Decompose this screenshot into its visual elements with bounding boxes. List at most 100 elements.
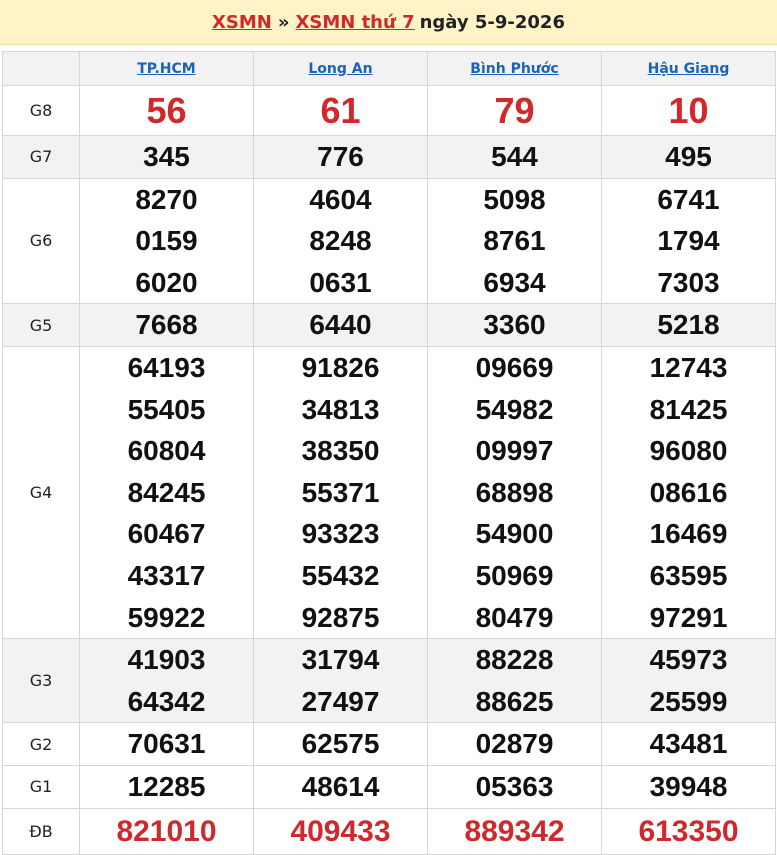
prize-row-g1: G1 12285 48614 05363 39948 <box>2 764 776 809</box>
prize-cell: 544 <box>427 135 602 179</box>
prize-cell: 5218 <box>601 303 776 347</box>
prize-cell: 88228 88625 <box>427 638 602 724</box>
prize-row-g8: G8 56 61 79 10 <box>2 85 776 136</box>
result-number: 5098 <box>483 183 546 215</box>
province-link-binhphuoc[interactable]: Bình Phước <box>470 61 558 77</box>
prize-cell: 409433 <box>253 807 428 855</box>
result-number: 7668 <box>135 309 198 341</box>
prize-cell: 7668 <box>79 303 254 347</box>
prize-row-g4: G4 64193 55405 60804 84245 60467 43317 5… <box>2 345 776 640</box>
result-number: 09669 <box>475 351 554 383</box>
result-number: 63595 <box>649 559 728 591</box>
result-number: 25599 <box>649 685 728 717</box>
xsmn-link[interactable]: XSMN <box>212 12 272 33</box>
result-number: 5218 <box>657 309 720 341</box>
prize-row-special: ĐB 821010 409433 889342 613350 <box>2 807 776 855</box>
result-number: 05363 <box>475 770 554 802</box>
prize-cell: 821010 <box>79 807 254 855</box>
prize-cell: 10 <box>601 85 776 136</box>
result-number: 61 <box>320 90 361 131</box>
result-number: 43481 <box>649 728 728 760</box>
result-number: 889342 <box>464 814 565 848</box>
prize-cell: 495 <box>601 135 776 179</box>
prize-cell: 09669 54982 09997 68898 54900 50969 8047… <box>427 345 602 640</box>
results-table: TP.HCM Long An Bình Phước Hậu Giang G8 5… <box>2 51 776 855</box>
prize-cell: 776 <box>253 135 428 179</box>
prize-cell: 613350 <box>601 807 776 855</box>
page-header: XSMN » XSMN thứ 7 ngày 5-9-2026 <box>0 0 777 45</box>
result-number: 0631 <box>309 266 372 298</box>
result-number: 54900 <box>475 518 554 550</box>
province-link-tphcm[interactable]: TP.HCM <box>137 61 195 77</box>
result-number: 8248 <box>309 225 372 257</box>
result-number: 41903 <box>127 644 206 676</box>
prize-label: G7 <box>2 135 80 179</box>
prize-label: G8 <box>2 85 80 136</box>
prize-row-g7: G7 345 776 544 495 <box>2 135 776 179</box>
result-number: 39948 <box>649 770 728 802</box>
result-number: 12285 <box>127 770 206 802</box>
prize-row-g5: G5 7668 6440 3360 5218 <box>2 303 776 347</box>
result-number: 55371 <box>301 476 380 508</box>
prize-cell: 02879 <box>427 722 602 766</box>
result-number: 97291 <box>649 601 728 633</box>
result-number: 55405 <box>127 393 206 425</box>
prize-row-g6: G6 8270 0159 6020 4604 8248 0631 5098 87… <box>2 177 776 305</box>
province-header-row: TP.HCM Long An Bình Phước Hậu Giang <box>2 51 776 86</box>
result-number: 1794 <box>657 225 720 257</box>
result-number: 6741 <box>657 183 720 215</box>
result-number: 31794 <box>301 644 380 676</box>
result-number: 6934 <box>483 266 546 298</box>
prize-cell: 05363 <box>427 764 602 809</box>
result-number: 81425 <box>649 393 728 425</box>
result-number: 56 <box>146 90 187 131</box>
province-header-haugiang: Hậu Giang <box>601 51 776 86</box>
prize-cell: 48614 <box>253 764 428 809</box>
prize-cell: 8270 0159 6020 <box>79 177 254 305</box>
result-number: 16469 <box>649 518 728 550</box>
prize-label: G5 <box>2 303 80 347</box>
result-number: 821010 <box>116 814 217 848</box>
province-link-longan[interactable]: Long An <box>308 61 372 77</box>
result-number: 09997 <box>475 435 554 467</box>
result-number: 79 <box>494 90 535 131</box>
result-number: 8761 <box>483 225 546 257</box>
prize-label: G2 <box>2 722 80 766</box>
result-number: 34813 <box>301 393 380 425</box>
result-number: 59922 <box>127 601 206 633</box>
prize-cell: 6741 1794 7303 <box>601 177 776 305</box>
result-number: 64193 <box>127 351 206 383</box>
result-number: 88228 <box>475 644 554 676</box>
result-number: 0159 <box>135 225 198 257</box>
result-number: 68898 <box>475 476 554 508</box>
prize-cell: 91826 34813 38350 55371 93323 55432 9287… <box>253 345 428 640</box>
result-number: 60467 <box>127 518 206 550</box>
corner-cell <box>2 51 80 86</box>
result-number: 3360 <box>483 309 546 341</box>
result-number: 613350 <box>638 814 739 848</box>
prize-cell: 12285 <box>79 764 254 809</box>
prize-cell: 61 <box>253 85 428 136</box>
prize-row-g3: G3 41903 64342 31794 27497 88228 88625 4… <box>2 638 776 724</box>
result-number: 02879 <box>475 728 554 760</box>
prize-cell: 345 <box>79 135 254 179</box>
prize-cell: 6440 <box>253 303 428 347</box>
province-link-haugiang[interactable]: Hậu Giang <box>648 61 730 77</box>
prize-cell: 62575 <box>253 722 428 766</box>
draw-date: ngày 5-9-2026 <box>419 11 565 33</box>
province-header-longan: Long An <box>253 51 428 86</box>
result-number: 776 <box>317 141 364 172</box>
xsmn-saturday-link[interactable]: XSMN thứ 7 <box>295 12 414 33</box>
result-number: 96080 <box>649 435 728 467</box>
prize-label: G3 <box>2 638 80 724</box>
prize-cell: 31794 27497 <box>253 638 428 724</box>
prize-cell: 43481 <box>601 722 776 766</box>
result-number: 80479 <box>475 601 554 633</box>
prize-cell: 56 <box>79 85 254 136</box>
result-number: 50969 <box>475 559 554 591</box>
result-number: 544 <box>491 141 538 172</box>
result-number: 8270 <box>135 183 198 215</box>
result-number: 62575 <box>301 728 380 760</box>
prize-label: G1 <box>2 764 80 809</box>
prize-cell: 5098 8761 6934 <box>427 177 602 305</box>
